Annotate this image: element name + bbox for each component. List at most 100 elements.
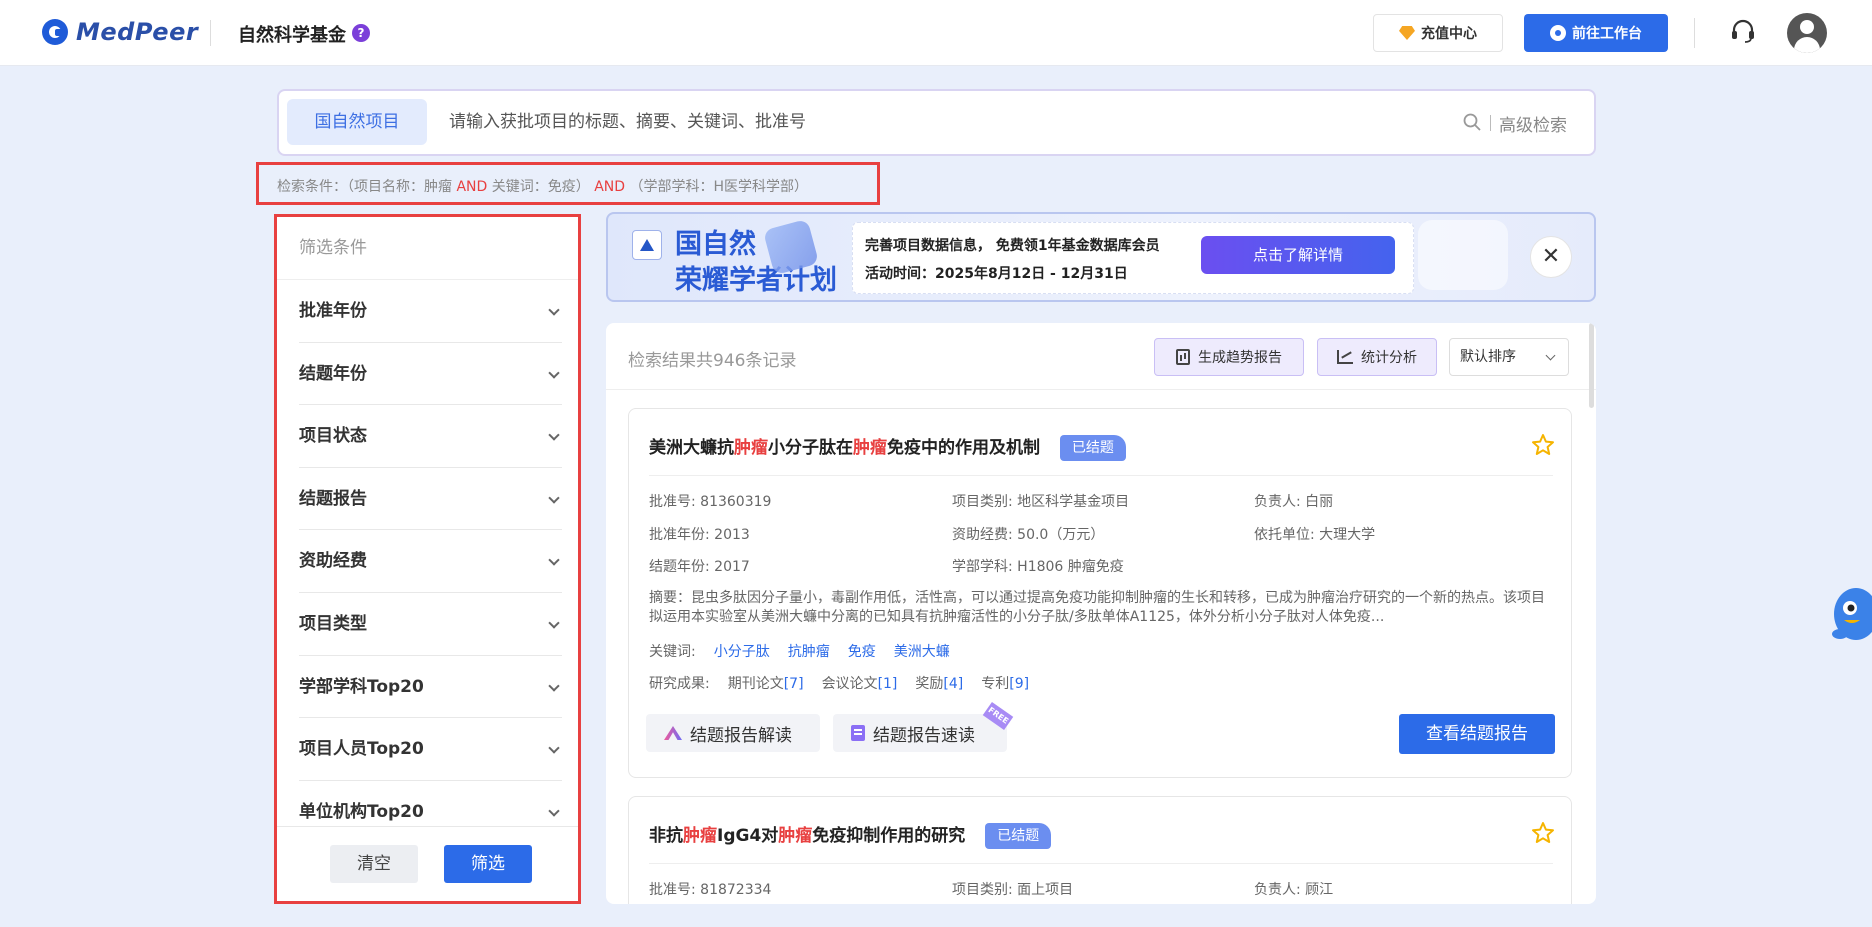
keyword-link[interactable]: 美洲大蠊 <box>894 641 950 661</box>
achievement-name: 会议论文 <box>821 676 878 692</box>
project-leader: 负责人: 顾江 <box>1254 882 1334 898</box>
search-icon[interactable] <box>1463 113 1481 131</box>
banner-line-1: 完善项目数据信息， 免费领1年基金数据库会员 <box>865 238 1160 254</box>
filter-approval-year[interactable]: 批准年份 <box>299 280 562 343</box>
chevron-down-icon <box>548 679 560 692</box>
banner-info-card: 完善项目数据信息， 免费领1年基金数据库会员 活动时间：2025年8月12日 -… <box>852 222 1414 294</box>
status-badge: 已结题 <box>985 823 1052 849</box>
medpeer-logo[interactable]: MedPeer <box>42 18 198 46</box>
banner-line-2: 活动时间：2025年8月12日 - 12月31日 <box>865 266 1128 282</box>
title-part: IgG4对 <box>717 826 779 846</box>
keyword-link[interactable]: 抗肿瘤 <box>788 641 830 661</box>
recharge-button[interactable]: 充值中心 <box>1373 14 1503 52</box>
funding-amount: 资助经费: 50.0（万元） <box>952 527 1105 543</box>
title-part: 免疫中的作用及机制 <box>887 438 1040 458</box>
search-conditions: 检索条件：（项目名称：肿瘤 AND 关键词：免疫） AND （学部学科：H医学科… <box>256 162 880 205</box>
advanced-search-link[interactable]: 高级检索 <box>1499 111 1567 136</box>
achievement-count: [7] <box>783 676 804 692</box>
statistics-button[interactable]: 统计分析 <box>1317 338 1437 376</box>
filter-button[interactable]: 筛选 <box>444 845 532 883</box>
filter-sidebar: 筛选条件 批准年份 结题年份 项目状态 结题报告 资助经费 项目类型 学部学科T… <box>274 214 581 904</box>
report-quickread-label: 结题报告速读 <box>873 725 975 746</box>
project-category: 项目类别: 地区科学基金项目 <box>952 494 1130 510</box>
chevron-down-icon <box>548 429 560 441</box>
search-input[interactable] <box>449 99 1329 145</box>
title-highlight: 肿瘤 <box>734 438 768 458</box>
report-interpret-button[interactable]: 结题报告解读 <box>646 714 820 752</box>
cond-operator: AND <box>456 179 488 195</box>
results-count: 检索结果共946条记录 <box>628 351 797 371</box>
achievement-patent[interactable]: 专利[9] <box>981 673 1029 693</box>
keyword-link[interactable]: 免疫 <box>848 641 876 661</box>
filter-final-report[interactable]: 结题报告 <box>299 468 562 531</box>
assistant-mascot-icon[interactable] <box>1830 580 1872 644</box>
filter-project-status[interactable]: 项目状态 <box>299 405 562 468</box>
filter-label: 学部学科Top20 <box>299 676 424 697</box>
chevron-down-icon <box>548 742 560 754</box>
results-panel: 检索结果共946条记录 生成趋势报告 统计分析 默认排序 美洲大蠊 抗肿瘤小分子肽… <box>606 323 1596 904</box>
card-divider <box>649 863 1553 864</box>
scrollbar[interactable] <box>1589 323 1594 408</box>
host-institution: 依托单位: 大理大学 <box>1254 527 1376 543</box>
report-interpret-label: 结题报告解读 <box>690 725 792 746</box>
chevron-down-icon <box>548 805 560 817</box>
filter-label: 项目类型 <box>299 613 367 634</box>
filter-end-year[interactable]: 结题年份 <box>299 343 562 406</box>
sort-select[interactable]: 默认排序 <box>1449 338 1569 376</box>
project-title[interactable]: 美洲大蠊抗肿瘤小分子肽在肿瘤免疫中的作用及机制 已结题 <box>649 433 1126 461</box>
chevron-down-icon <box>1545 350 1556 361</box>
title-part: 免疫抑制作用的研究 <box>812 826 966 846</box>
filter-project-type[interactable]: 项目类型 <box>299 593 562 656</box>
project-title[interactable]: 非抗肿瘤IgG4对肿瘤免疫抑制作用的研究 已结题 <box>649 821 1052 849</box>
banner-details-button[interactable]: 点击了解详情 <box>1201 236 1395 274</box>
filter-title: 筛选条件 <box>277 217 578 280</box>
filter-funding[interactable]: 资助经费 <box>299 530 562 593</box>
star-icon[interactable] <box>1531 821 1555 845</box>
headset-icon[interactable] <box>1730 18 1756 44</box>
chevron-down-icon <box>548 304 560 316</box>
filter-personnel-top20[interactable]: 项目人员Top20 <box>299 718 562 781</box>
line-chart-icon <box>1337 350 1353 364</box>
statistics-label: 统计分析 <box>1361 350 1417 366</box>
achievements-label: 研究成果: <box>649 676 710 692</box>
achievement-journal[interactable]: 期刊论文[7] <box>728 673 804 693</box>
filter-discipline-top20[interactable]: 学部学科Top20 <box>299 656 562 719</box>
approval-number: 批准号: 81360319 <box>649 494 772 510</box>
abstract: 摘要：昆虫多肽因分子量小，毒副作用低，活性高，可以通过提高免疫功能抑制肿瘤的生长… <box>649 590 1545 625</box>
header-divider <box>210 20 211 46</box>
trend-report-button[interactable]: 生成趋势报告 <box>1154 338 1304 376</box>
report-quickread-button[interactable]: 结题报告速读 FREE <box>833 701 1014 752</box>
close-icon[interactable]: ✕ <box>1530 236 1572 278</box>
project-category: 项目类别: 面上项目 <box>952 882 1074 898</box>
star-icon[interactable] <box>1531 433 1555 457</box>
document-icon <box>851 725 865 741</box>
achievement-count: [9] <box>1009 676 1030 692</box>
search-tab-nsfc[interactable]: 国自然项目 <box>287 99 427 145</box>
achievement-name: 专利 <box>981 676 1010 692</box>
end-year: 结题年份: 2017 <box>649 559 750 575</box>
header-divider-right <box>1694 18 1695 48</box>
view-report-button[interactable]: 查看结题报告 <box>1399 714 1555 754</box>
results-header: 检索结果共946条记录 生成趋势报告 统计分析 默认排序 <box>606 323 1596 390</box>
status-badge: 已结题 <box>1059 435 1126 461</box>
sort-label: 默认排序 <box>1460 349 1516 365</box>
filter-footer: 清空 筛选 <box>277 826 578 901</box>
title-highlight: 肿瘤 <box>778 826 813 846</box>
user-avatar[interactable] <box>1787 13 1827 53</box>
banner-decoration <box>1418 220 1508 290</box>
title-highlight: 肿瘤 <box>683 826 717 846</box>
achievement-name: 奖励 <box>915 676 944 692</box>
workbench-button[interactable]: 前往工作台 <box>1524 14 1668 52</box>
top-header: MedPeer 自然科学基金 ? 充值中心 前往工作台 <box>0 0 1872 66</box>
site-title: 自然科学基金 <box>238 25 346 46</box>
achievement-conference[interactable]: 会议论文[1] <box>822 673 898 693</box>
achievement-count: [1] <box>877 676 898 692</box>
free-badge: FREE <box>982 701 1014 731</box>
keyword-link[interactable]: 小分子肽 <box>714 641 770 661</box>
report-chart-icon <box>1176 349 1190 365</box>
project-leader: 负责人: 白丽 <box>1254 494 1334 510</box>
help-icon[interactable]: ? <box>352 24 370 42</box>
approval-number: 批准号: 81872334 <box>649 882 772 898</box>
achievement-award[interactable]: 奖励[4] <box>915 673 963 693</box>
clear-button[interactable]: 清空 <box>330 845 418 883</box>
